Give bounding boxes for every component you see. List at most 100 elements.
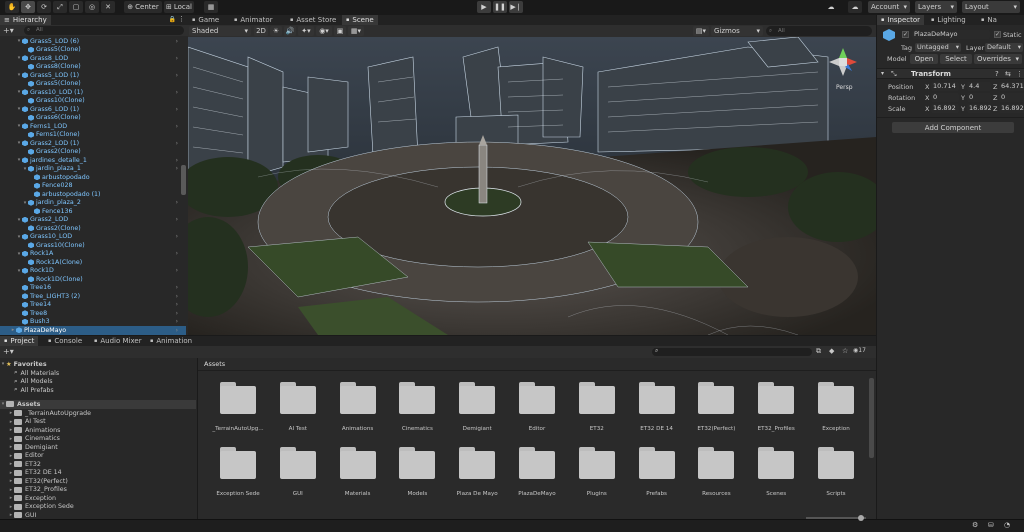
rotate-tool-button[interactable]: ⟳ xyxy=(37,1,51,13)
open-prefab-icon[interactable]: › xyxy=(176,250,178,257)
chevron-down-icon[interactable]: ▾ xyxy=(16,251,22,257)
hierarchy-item[interactable]: ▾ Rock1A › xyxy=(0,250,186,259)
asset-folder[interactable]: ET32 xyxy=(567,382,627,442)
hierarchy-scrollbar[interactable] xyxy=(181,165,186,195)
tab-animator[interactable]: ▪ Animator xyxy=(230,15,277,25)
layers-dropdown[interactable]: Layers ▾ xyxy=(915,1,957,13)
chevron-down-icon[interactable]: ▾ xyxy=(16,123,22,129)
tab-scene[interactable]: ▪ Scene xyxy=(342,15,378,25)
add-component-button[interactable]: Add Component xyxy=(892,122,1014,133)
object-name-field[interactable]: PlazaDeMayo xyxy=(912,30,990,39)
active-checkbox[interactable]: ✓ xyxy=(902,31,909,38)
hierarchy-item[interactable]: arbustopodado (1) xyxy=(0,190,186,199)
tab-audio-mixer[interactable]: ▪ Audio Mixer xyxy=(90,336,146,346)
hierarchy-item[interactable]: ▾ Grass6_LOD (1) › xyxy=(0,105,186,114)
open-prefab-icon[interactable]: › xyxy=(176,199,178,206)
hierarchy-item[interactable]: ▾ Grass2_LOD › xyxy=(0,216,186,225)
asset-folder[interactable]: Exception xyxy=(806,382,866,442)
position-y-field[interactable]: 4.4 xyxy=(967,82,991,91)
filter-label-icon[interactable]: ◆ xyxy=(829,347,834,355)
asset-folder[interactable]: Exception Sede xyxy=(208,447,268,507)
cache-icon[interactable]: ⚙ xyxy=(972,521,978,529)
gizmos-dropdown[interactable]: Gizmos ▾ xyxy=(711,26,763,36)
hierarchy-item[interactable]: ▾ jardin_plaza_2 › xyxy=(0,199,186,208)
pivot-local-button[interactable]: ⊞ Local xyxy=(164,1,194,13)
open-prefab-icon[interactable]: › xyxy=(176,140,178,147)
assets-root[interactable]: ▾ Assets xyxy=(0,400,196,409)
rotation-y-field[interactable]: 0 xyxy=(967,93,991,102)
hierarchy-item[interactable]: Fence136 xyxy=(0,207,186,216)
chevron-down-icon[interactable]: ▾ xyxy=(16,72,22,78)
open-prefab-icon[interactable]: › xyxy=(176,72,178,79)
2d-toggle-button[interactable]: 2D xyxy=(254,26,268,36)
open-prefab-icon[interactable]: › xyxy=(176,38,178,45)
rect-tool-button[interactable]: ▢ xyxy=(69,1,83,13)
grid-scrollbar[interactable] xyxy=(869,378,874,458)
open-prefab-icon[interactable]: › xyxy=(176,89,178,96)
asset-folder[interactable]: AI Test xyxy=(268,382,328,442)
open-prefab-icon[interactable]: › xyxy=(176,284,178,291)
rotation-z-field[interactable]: 0 xyxy=(999,93,1024,102)
hierarchy-item[interactable]: Grass6(Clone) xyxy=(0,114,186,123)
chevron-down-icon[interactable]: ▾ xyxy=(16,157,22,163)
hierarchy-item[interactable]: Bush3 › xyxy=(0,318,186,327)
hierarchy-item[interactable]: Grass10(Clone) xyxy=(0,241,186,250)
hierarchy-item[interactable]: Tree16 › xyxy=(0,284,186,293)
asset-folder[interactable]: PlazaDeMayo xyxy=(507,447,567,507)
hierarchy-search-input[interactable]: ⌕ All xyxy=(24,26,184,35)
project-folder-item[interactable]: ▸ ET32(Perfect) xyxy=(0,477,196,486)
hierarchy-item[interactable]: ▾ jardin_plaza_1 › xyxy=(0,165,186,174)
collab-status-icon[interactable]: ⛁ xyxy=(988,521,994,529)
layout-dropdown[interactable]: Layout ▾ xyxy=(962,1,1020,13)
open-prefab-icon[interactable]: › xyxy=(176,165,178,172)
open-prefab-icon[interactable]: › xyxy=(176,327,178,334)
open-prefab-icon[interactable]: › xyxy=(176,216,178,223)
favorite-item[interactable]: ⌕ All Prefabs xyxy=(0,386,196,395)
hierarchy-item[interactable]: ▾ Grass5_LOD (6) › xyxy=(0,37,186,46)
tab-game[interactable]: ▪ Game xyxy=(188,15,223,25)
notification-icon[interactable]: ◔ xyxy=(1004,521,1010,529)
lighting-toggle-icon[interactable]: ☀ xyxy=(270,26,282,36)
audio-toggle-icon[interactable]: 🔊 xyxy=(284,26,296,36)
transform-header[interactable]: ▾ ⤡ Transform ? ⇆ ⋮ xyxy=(877,68,1024,79)
open-prefab-icon[interactable]: › xyxy=(176,301,178,308)
favorite-star-icon[interactable]: ☆ xyxy=(842,347,848,355)
project-folder-item[interactable]: ▸ Demigiant xyxy=(0,443,196,452)
position-z-field[interactable]: 64.371 xyxy=(999,82,1024,91)
overrides-dropdown[interactable]: Overrides ▾ xyxy=(974,54,1022,64)
project-folder-item[interactable]: ▸ ET32 DE 14 xyxy=(0,469,196,478)
chevron-down-icon[interactable]: ▾ xyxy=(22,166,28,172)
asset-folder[interactable]: ET32_Profiles xyxy=(746,382,806,442)
layer-dropdown[interactable]: Default ▾ xyxy=(985,43,1023,52)
hierarchy-item[interactable]: Tree14 › xyxy=(0,301,186,310)
scale-tool-button[interactable]: ⤢ xyxy=(53,1,67,13)
more-icon[interactable]: ⋮ xyxy=(178,15,185,23)
position-x-field[interactable]: 10.714 xyxy=(931,82,959,91)
services-icon[interactable]: ☁ xyxy=(848,1,862,13)
asset-folder[interactable]: GUI xyxy=(268,447,328,507)
open-prefab-icon[interactable]: › xyxy=(176,55,178,62)
scale-x-field[interactable]: 16.892 xyxy=(931,104,959,113)
asset-folder[interactable]: Demigiant xyxy=(447,382,507,442)
hierarchy-item[interactable]: ▾ Grass5_LOD (1) › xyxy=(0,71,186,80)
hierarchy-item[interactable]: arbustopodado xyxy=(0,173,186,182)
hierarchy-item[interactable]: ▸ PlazaDeMayo › xyxy=(0,326,186,335)
hidden-objects-icon[interactable]: ◉▾ xyxy=(316,26,332,36)
open-prefab-icon[interactable]: › xyxy=(176,267,178,274)
tab-console[interactable]: ▪ Console xyxy=(44,336,86,346)
hierarchy-item[interactable]: Ferns1(Clone) xyxy=(0,131,186,140)
add-icon[interactable]: +▾ xyxy=(3,26,14,35)
open-button[interactable]: Open xyxy=(910,54,938,64)
asset-folder[interactable]: Animations xyxy=(328,382,388,442)
help-icon[interactable]: ? xyxy=(995,70,999,78)
asset-folder[interactable]: ET32 DE 14 xyxy=(627,382,687,442)
move-tool-button[interactable]: ✥ xyxy=(21,1,35,13)
tab-asset-store[interactable]: ▪ Asset Store xyxy=(286,15,340,25)
play-button[interactable]: ▶ xyxy=(477,1,491,13)
asset-folder[interactable]: ET32(Perfect) xyxy=(686,382,746,442)
rotation-x-field[interactable]: 0 xyxy=(931,93,959,102)
hierarchy-item[interactable]: Grass2(Clone) xyxy=(0,148,186,157)
project-folder-item[interactable]: ▸ Animations xyxy=(0,426,196,435)
hierarchy-item[interactable]: ▾ Grass8_LOD › xyxy=(0,54,186,63)
grid-toggle-icon[interactable]: ▦▾ xyxy=(348,26,364,36)
